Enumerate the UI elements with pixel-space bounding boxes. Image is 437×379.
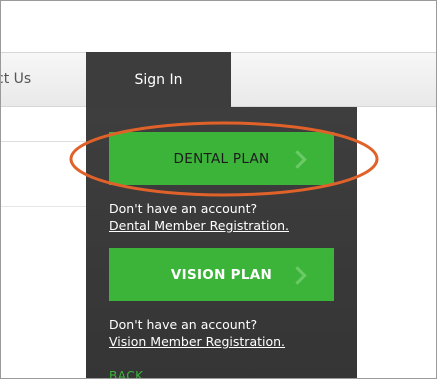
vision-account-prompt: Don't have an account? [109, 317, 258, 332]
content-divider [1, 141, 86, 142]
sign-in-dropdown: DENTAL PLAN Don't have an account? Denta… [86, 107, 357, 378]
dental-registration-link[interactable]: Dental Member Registration. [109, 218, 289, 234]
chevron-right-icon [288, 149, 307, 169]
dental-account-prompt: Don't have an account? [109, 201, 258, 216]
vision-plan-button[interactable]: VISION PLAN [109, 248, 334, 301]
vision-plan-label: VISION PLAN [170, 266, 273, 283]
back-link[interactable]: BACK [109, 369, 143, 378]
chevron-right-icon [288, 265, 307, 285]
dental-plan-button[interactable]: DENTAL PLAN [109, 132, 334, 185]
vision-registration-link[interactable]: Vision Member Registration. [109, 334, 285, 350]
browser-frame: ct Us Sign In DENTAL PLAN Don't have an … [0, 0, 437, 379]
nav-sign-in[interactable]: Sign In [86, 52, 231, 108]
dental-plan-label: DENTAL PLAN [173, 150, 270, 167]
nav-contact-us[interactable]: ct Us [1, 53, 86, 106]
content-divider [1, 206, 86, 207]
page-header [1, 1, 436, 52]
navbar: ct Us Sign In [1, 52, 436, 108]
